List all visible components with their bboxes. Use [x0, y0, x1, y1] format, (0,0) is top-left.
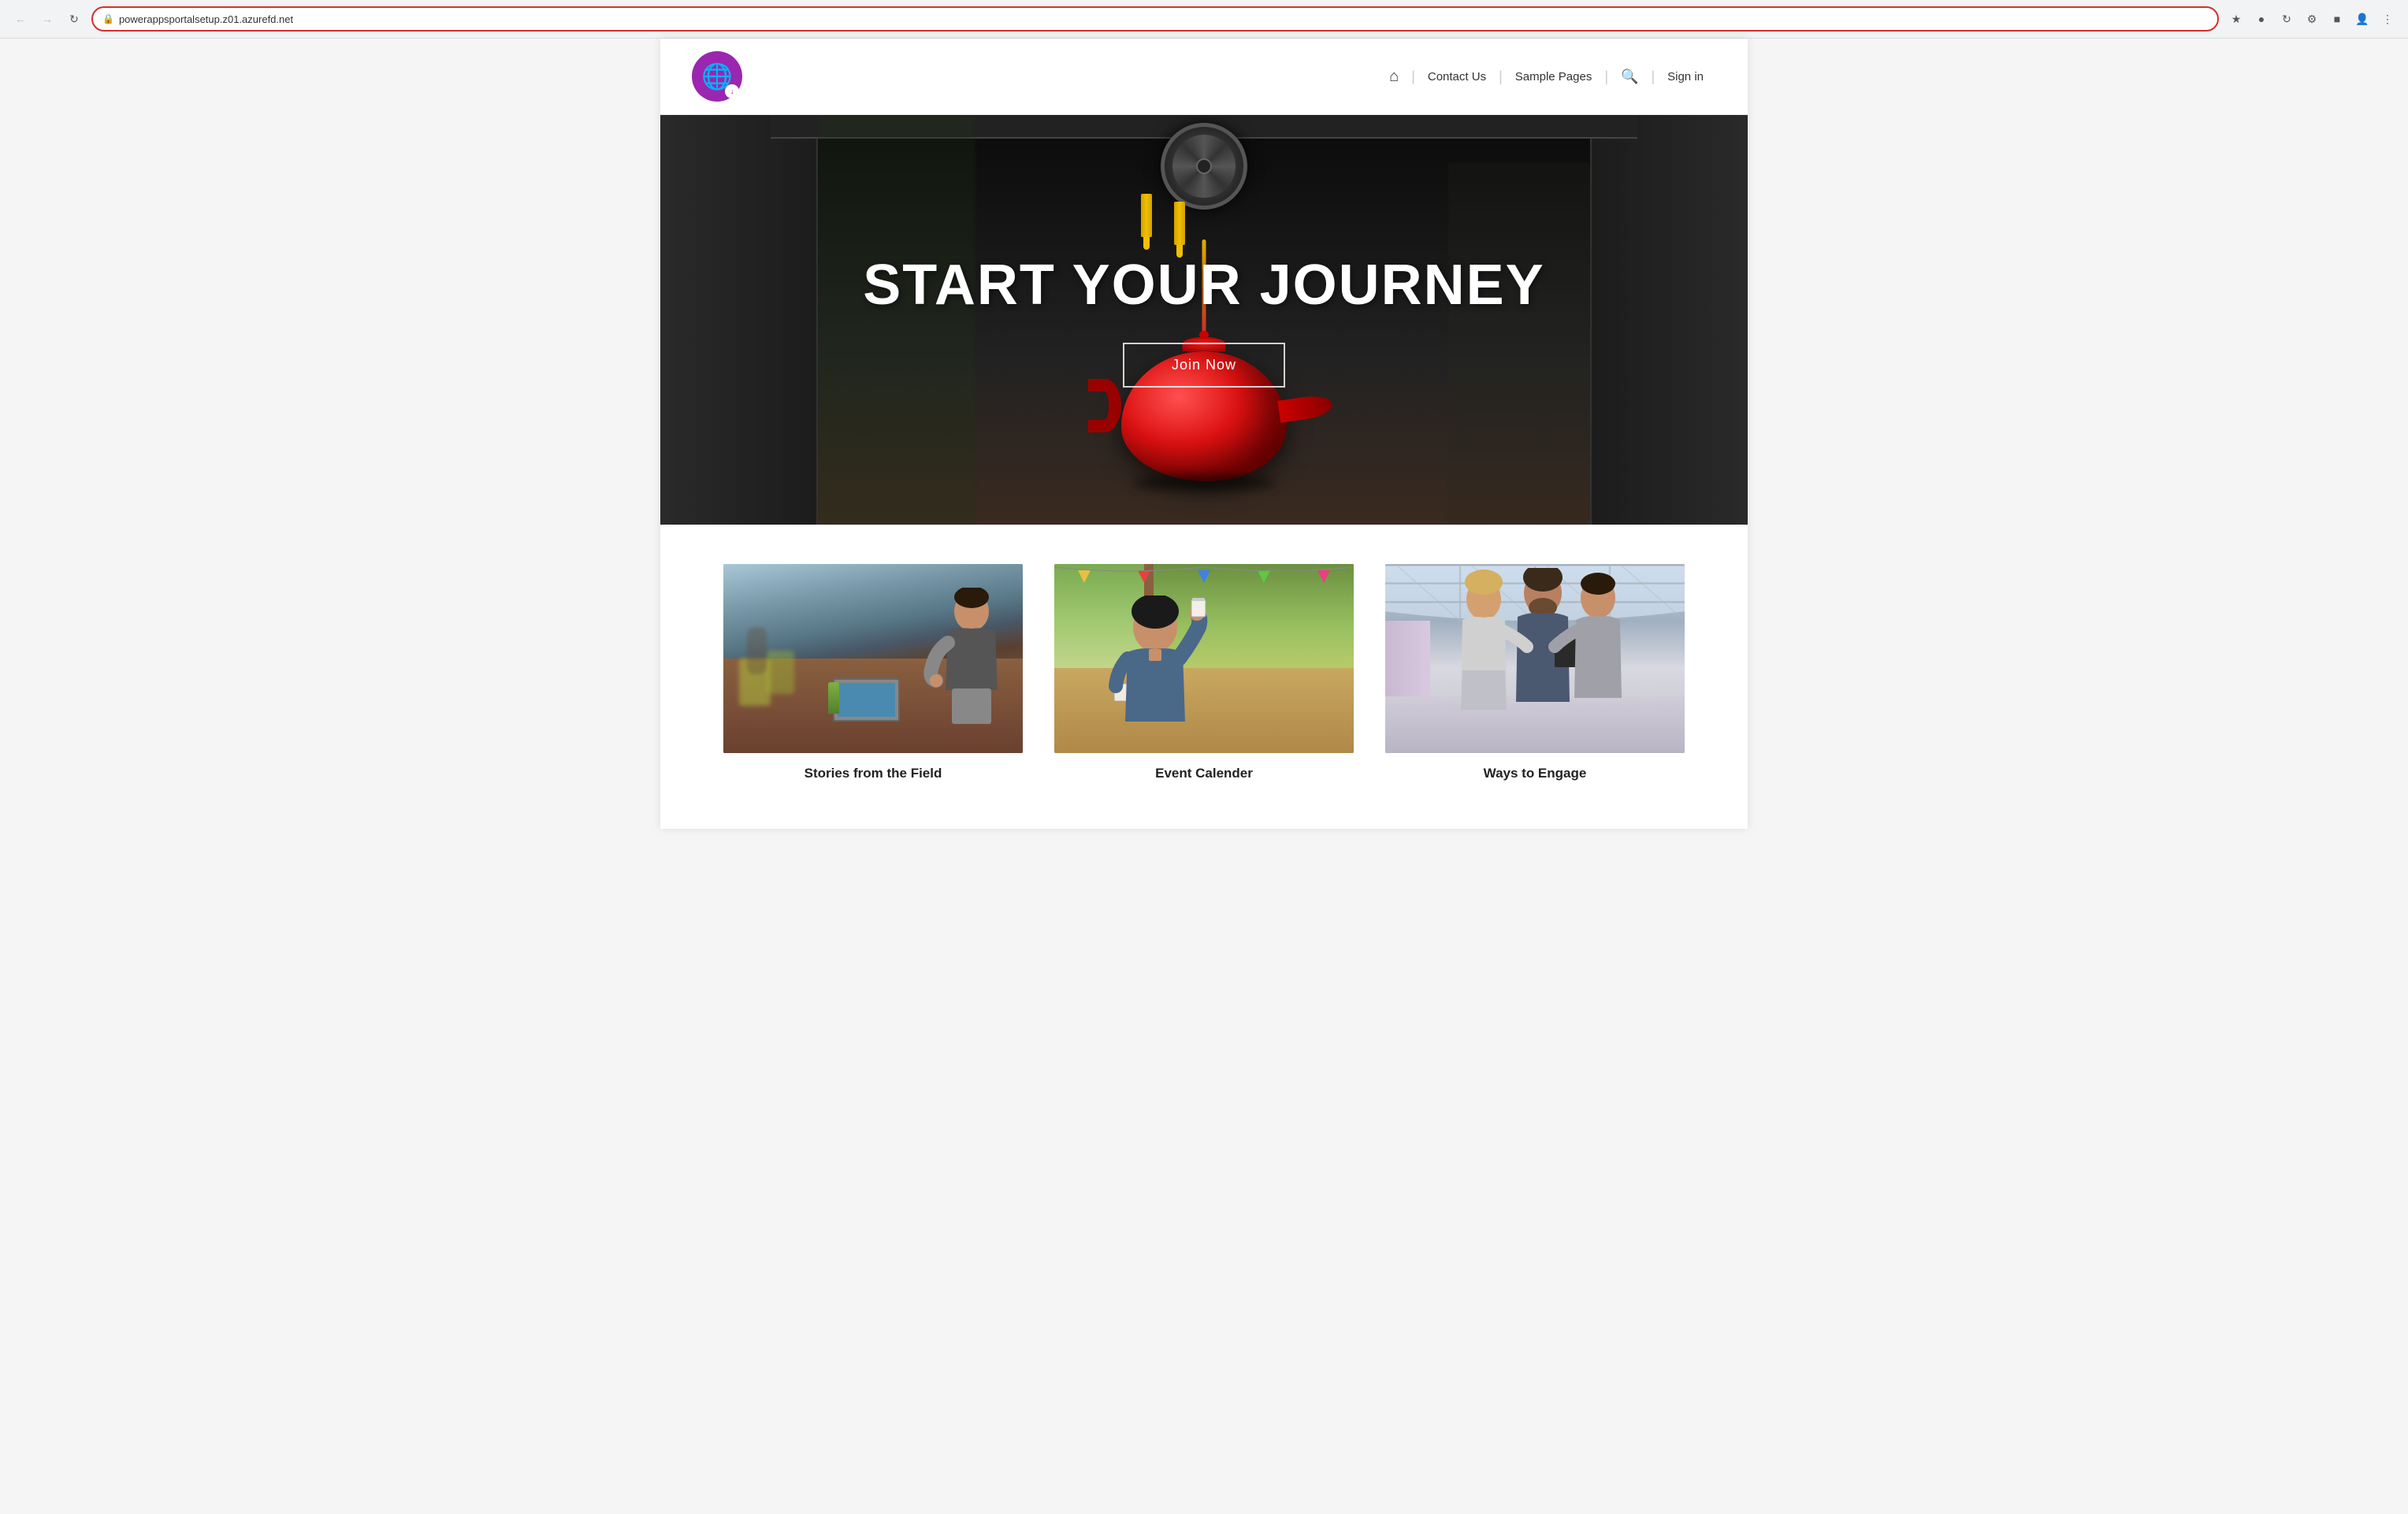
bottle [828, 682, 839, 714]
browser-chrome: ← → ↻ 🔒 powerappsportalsetup.z01.azurefd… [0, 0, 2408, 39]
card-events: Event Calender [1054, 564, 1354, 781]
bg-person [747, 627, 767, 674]
sync-icon[interactable]: ↻ [2276, 8, 2298, 30]
laptop-screen [838, 683, 895, 717]
card-stories-visual [723, 564, 1023, 753]
bg-chair-2 [767, 651, 794, 694]
card-stories-label: Stories from the Field [805, 766, 942, 781]
site-header: 🌐 ↓ ⌂ | Contact Us | Sample Pages | 🔍 | … [660, 39, 1748, 115]
stories-person-svg [912, 588, 1007, 729]
stories-laptop [833, 678, 900, 722]
browser-actions: ★ ● ↻ ⚙ ■ 👤 ⋮ [2225, 8, 2399, 30]
back-button[interactable]: ← [9, 8, 32, 30]
corridor-wall [1385, 621, 1430, 696]
forward-button[interactable]: → [36, 8, 58, 30]
card-events-label: Event Calender [1155, 766, 1253, 781]
card-engage: Ways to Engage [1385, 564, 1685, 781]
bookmark-icon[interactable]: ★ [2225, 8, 2247, 30]
reload-button[interactable]: ↻ [63, 8, 85, 30]
card-engage-label: Ways to Engage [1484, 766, 1587, 781]
contact-us-link[interactable]: Contact Us [1415, 70, 1499, 83]
site-nav: ⌂ | Contact Us | Sample Pages | 🔍 | Sign… [1377, 68, 1716, 86]
join-now-button[interactable]: Join Now [1123, 343, 1285, 388]
site-logo: 🌐 ↓ [692, 51, 742, 102]
card-stories-image [723, 564, 1023, 753]
url-text: powerappsportalsetup.z01.azurefd.net [119, 13, 2208, 25]
hero-section: START YOUR JOURNEY Join Now [660, 115, 1748, 525]
extensions-icon[interactable]: ■ [2326, 8, 2348, 30]
logo-circle: 🌐 ↓ [692, 51, 742, 102]
card-events-visual [1054, 564, 1354, 753]
card-engage-image [1385, 564, 1685, 753]
download-badge-icon: ↓ [725, 84, 739, 98]
sign-in-link[interactable]: Sign in [1655, 70, 1716, 83]
card-stories: Stories from the Field [723, 564, 1023, 781]
card-engage-visual [1385, 564, 1685, 753]
card-events-image [1054, 564, 1354, 753]
bunting-string [1054, 564, 1354, 580]
events-person-svg [1084, 596, 1226, 753]
menu-icon[interactable]: ⋮ [2376, 8, 2399, 30]
settings-icon[interactable]: ⚙ [2301, 8, 2323, 30]
search-button[interactable]: 🔍 [1608, 69, 1651, 85]
engage-people-svg [1433, 568, 1637, 741]
home-nav-button[interactable]: ⌂ [1377, 68, 1411, 86]
lock-icon: 🔒 [102, 13, 114, 24]
profile-icon[interactable]: ● [2250, 8, 2272, 30]
sample-pages-link[interactable]: Sample Pages [1503, 70, 1605, 83]
address-bar[interactable]: 🔒 powerappsportalsetup.z01.azurefd.net [91, 6, 2219, 32]
nav-buttons: ← → ↻ [9, 8, 85, 30]
website-container: 🌐 ↓ ⌂ | Contact Us | Sample Pages | 🔍 | … [660, 39, 1748, 829]
cards-section: Stories from the Field [660, 525, 1748, 829]
account-icon[interactable]: 👤 [2351, 8, 2373, 30]
hero-title: START YOUR JOURNEY [863, 253, 1544, 317]
hero-overlay: START YOUR JOURNEY Join Now [660, 115, 1748, 525]
